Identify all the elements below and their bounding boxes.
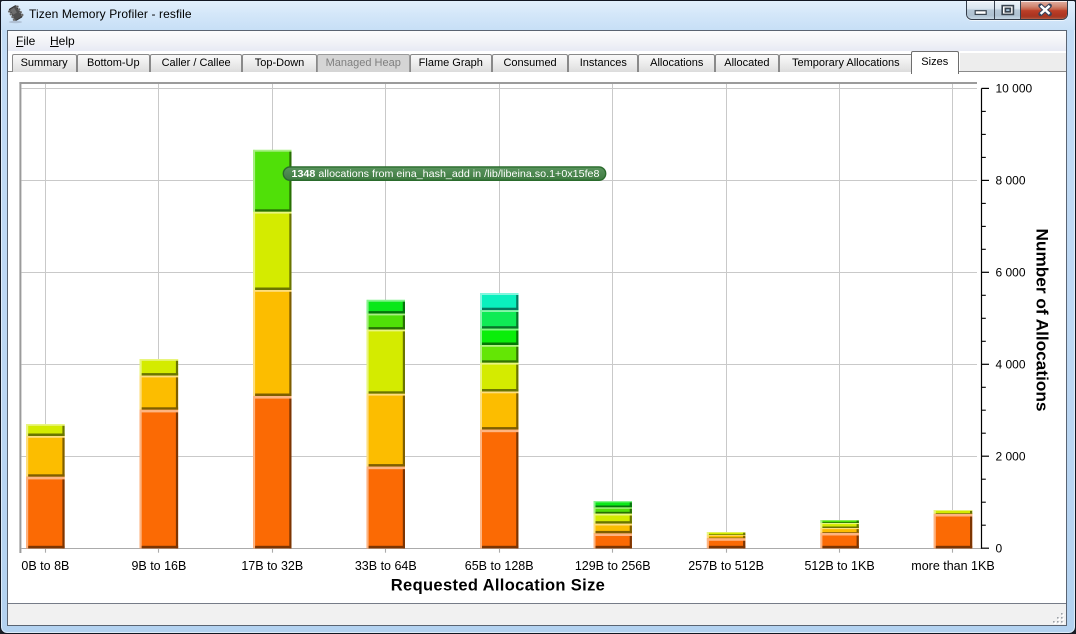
svg-text:257B to 512B: 257B to 512B — [688, 559, 764, 573]
svg-text:129B to 256B: 129B to 256B — [575, 559, 651, 573]
svg-text:Requested Allocation Size: Requested Allocation Size — [391, 577, 605, 595]
svg-text:1348 allocations from eina_has: 1348 allocations from eina_hash_add in /… — [292, 168, 600, 180]
svg-text:0B to 8B: 0B to 8B — [21, 559, 69, 573]
svg-text:4 000: 4 000 — [996, 358, 1026, 372]
svg-text:Number of Allocations: Number of Allocations — [1033, 229, 1051, 412]
svg-text:512B to 1KB: 512B to 1KB — [804, 559, 874, 573]
svg-text:8 000: 8 000 — [996, 174, 1026, 188]
svg-text:65B to 128B: 65B to 128B — [465, 559, 534, 573]
svg-text:more than 1KB: more than 1KB — [911, 559, 994, 573]
svg-text:6 000: 6 000 — [996, 266, 1026, 280]
svg-text:2 000: 2 000 — [996, 449, 1026, 463]
svg-text:10 000: 10 000 — [996, 82, 1033, 96]
svg-text:0: 0 — [996, 541, 1003, 555]
svg-text:9B to 16B: 9B to 16B — [131, 559, 186, 573]
svg-text:17B to 32B: 17B to 32B — [241, 559, 303, 573]
svg-text:33B to 64B: 33B to 64B — [355, 559, 417, 573]
